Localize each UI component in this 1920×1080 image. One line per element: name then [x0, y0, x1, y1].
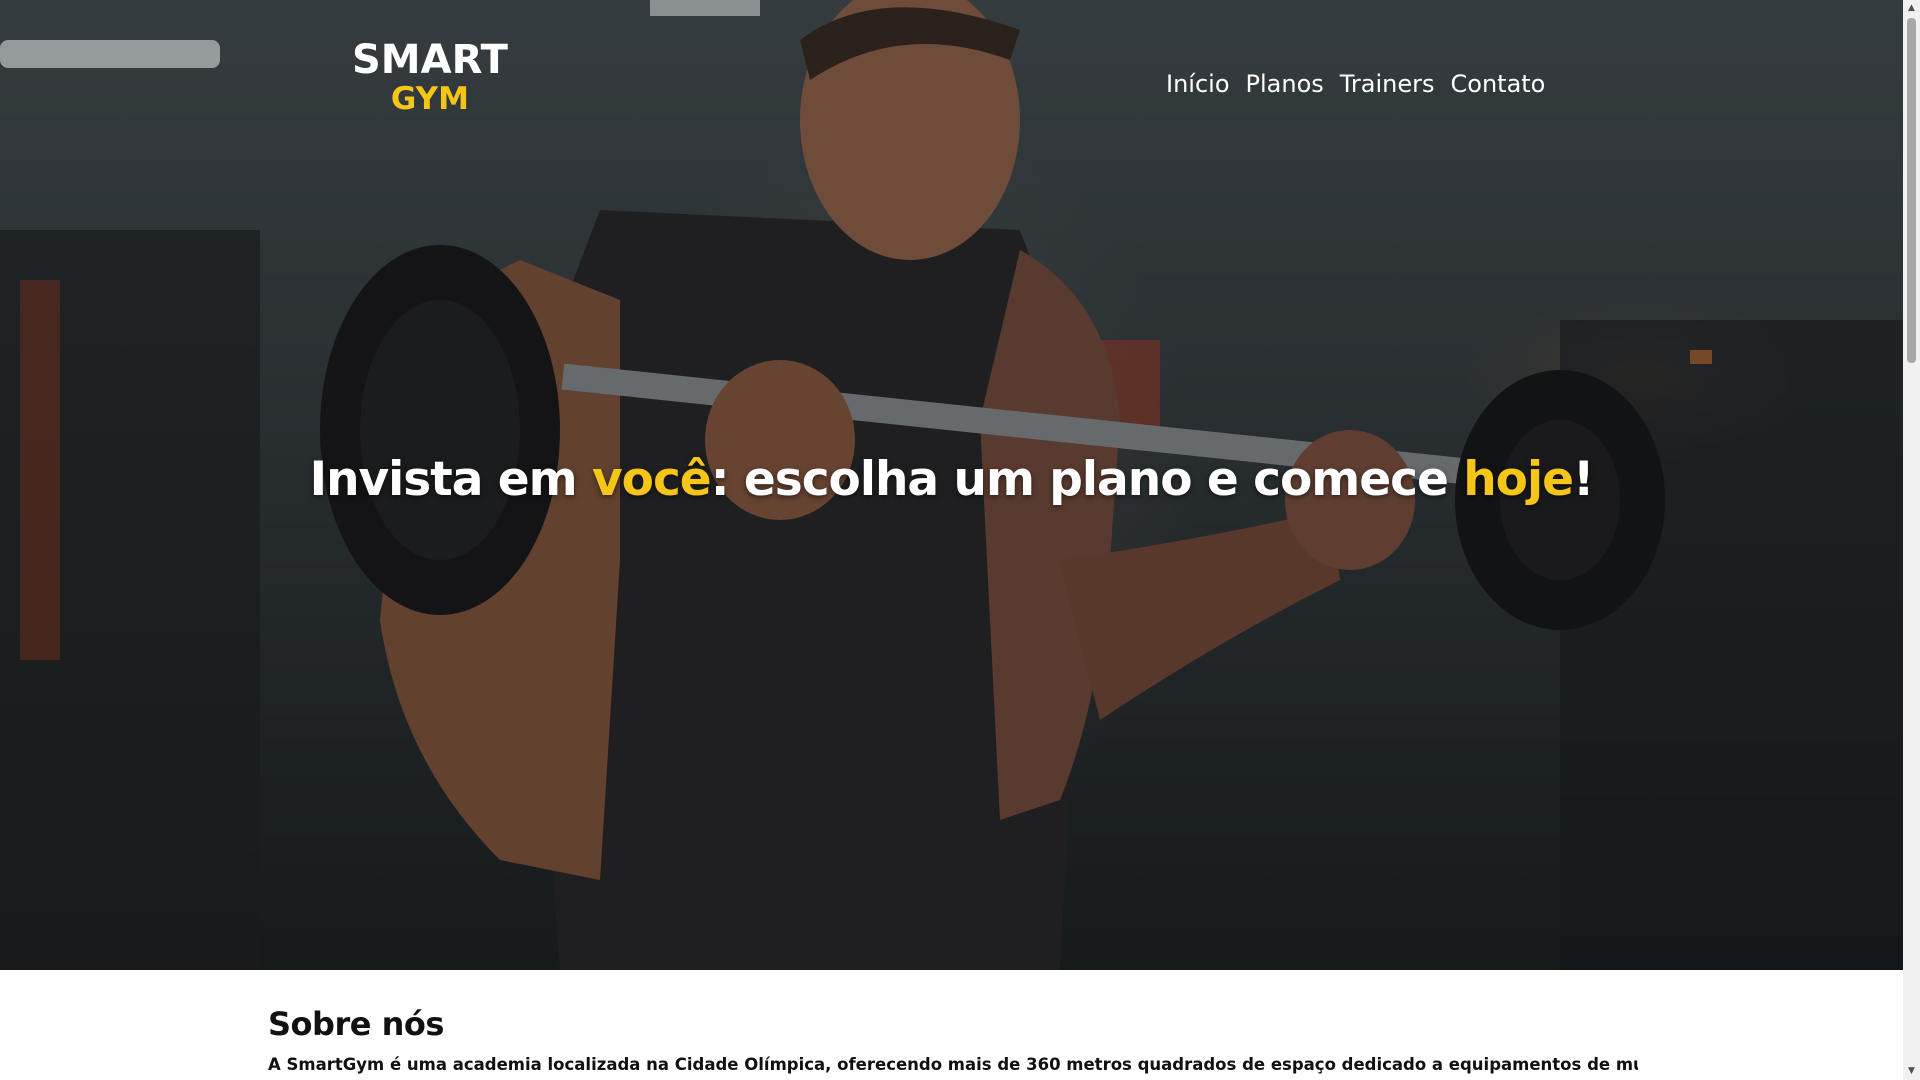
hero-banner: SMART GYM Início Planos Trainers Contato… — [0, 0, 1903, 970]
about-text: A SmartGym é uma academia localizada na … — [268, 1055, 1638, 1074]
nav-link-trainers[interactable]: Trainers — [1340, 70, 1435, 98]
brand-logo-line2: GYM — [390, 81, 469, 117]
hero-headline-part1: Invista em — [309, 452, 593, 507]
brand-logo-line1: SMART — [352, 37, 508, 83]
scroll-down-arrow-icon[interactable]: ▼ — [1903, 1063, 1920, 1080]
main-nav: Início Planos Trainers Contato — [1166, 70, 1545, 98]
about-title: Sobre nós — [268, 1005, 444, 1043]
page-scrollbar[interactable]: ▲ ▼ — [1903, 0, 1920, 1080]
hero-headline-highlight-voce: você — [592, 452, 712, 507]
nav-link-planos[interactable]: Planos — [1246, 70, 1324, 98]
scroll-up-arrow-icon[interactable]: ▲ — [1903, 0, 1920, 17]
about-section: Sobre nós A SmartGym é uma academia loca… — [268, 1005, 1648, 1074]
brand-logo[interactable]: SMART GYM — [352, 40, 508, 115]
hero-headline-highlight-hoje: hoje — [1463, 452, 1574, 507]
nav-link-inicio[interactable]: Início — [1166, 70, 1230, 98]
hero-headline-part2: : escolha um plano e comece — [710, 452, 1464, 507]
scrollbar-thumb[interactable] — [1907, 18, 1916, 363]
hero-headline: Invista em você: escolha um plano e come… — [0, 452, 1903, 507]
nav-link-contato[interactable]: Contato — [1451, 70, 1546, 98]
hero-headline-part3: ! — [1572, 452, 1594, 507]
